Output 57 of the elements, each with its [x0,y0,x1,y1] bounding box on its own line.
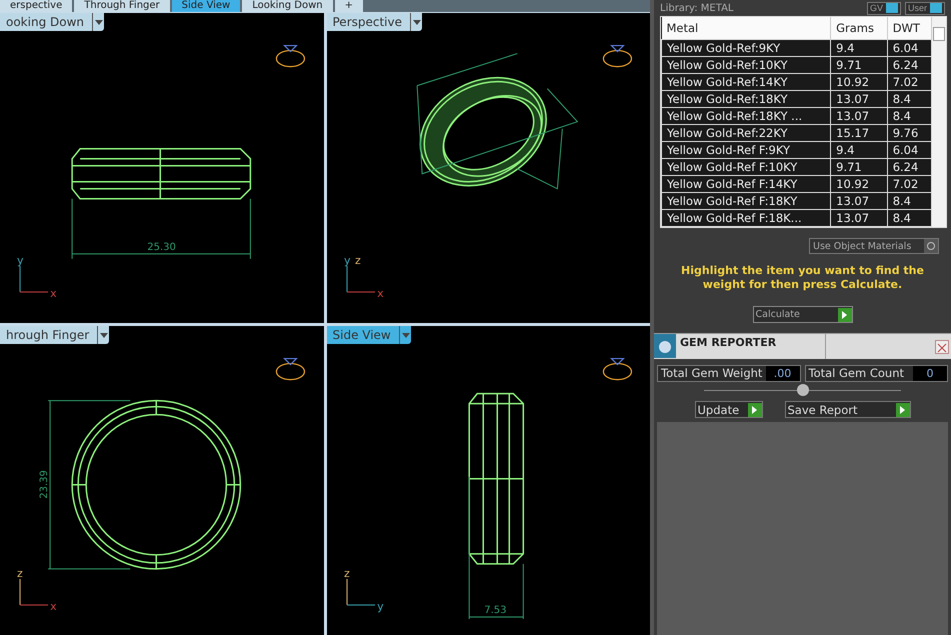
table-cell: Yellow Gold-Ref F:18KY [662,192,831,209]
readout-field: Total Gem Count 0 [804,365,948,382]
action-button[interactable]: Save Report [784,401,910,418]
calculate-button[interactable]: Calculate [752,306,852,323]
table-cell: 13.07 [830,107,888,124]
viewport-label-dropdown[interactable]: ooking Down [0,13,104,31]
table-cell: Yellow Gold-Ref F:18K... [662,209,831,226]
table-cell: 9.71 [830,158,888,175]
close-button[interactable] [935,340,949,354]
dimension-label: 23.39 [39,470,50,498]
ring-orientation-icon [276,44,306,68]
table-cell: Yellow Gold-Ref:22KY [662,124,831,141]
table-cell: 15.17 [830,124,888,141]
collapse-handle[interactable] [796,384,808,396]
table-cell: 13.07 [830,209,888,226]
table-cell: 9.4 [830,141,888,158]
view-tab[interactable]: Through Finger [74,0,170,12]
panel-title: GEM REPORTER [676,334,826,359]
readout-field: Total Gem Weight .00 [657,365,800,382]
viewport-label-dropdown[interactable]: Perspective [326,13,422,31]
library-button[interactable]: User [904,2,945,14]
table-cell: 13.07 [830,192,888,209]
table-cell: Yellow Gold-Ref:18KY ... [662,107,831,124]
view-tab[interactable]: Looking Down [242,0,333,12]
table-cell: Yellow Gold-Ref:9KY [662,39,831,56]
use-object-materials-toggle[interactable]: Use Object Materials [809,238,939,254]
table-cell: Yellow Gold-Ref F:9KY [662,141,831,158]
table-cell: 9.4 [830,39,888,56]
table-cell: 10.92 [830,73,888,90]
action-button[interactable]: Update [694,401,762,418]
viewport-label-dropdown[interactable]: Side View [326,326,411,344]
column-header[interactable]: Metal [662,17,831,39]
library-button[interactable]: GV [866,2,901,14]
dimension-label: 7.53 [484,604,506,616]
table-cell: 9.71 [830,56,888,73]
table-cell: Yellow Gold-Ref F:14KY [662,175,831,192]
view-tab[interactable]: erspective [0,0,72,12]
column-header[interactable]: Grams [830,17,888,39]
scrollbar[interactable] [932,17,946,227]
viewport-label-dropdown[interactable]: hrough Finger [0,326,110,344]
table-cell: Yellow Gold-Ref:14KY [662,73,831,90]
ring-orientation-icon [276,357,306,380]
table-cell: 10.92 [830,175,888,192]
table-cell: 6.04 [887,39,932,56]
table-cell: Yellow Gold-Ref F:10KY [662,158,831,175]
report-icon [654,334,676,358]
dimension-label: 25.30 [147,242,176,253]
instruction-text: Highlight the item you want to find the weight for then press Calculate. [680,264,925,292]
table-cell: 13.07 [830,90,888,107]
view-tab[interactable]: + [334,0,364,12]
table-cell: Yellow Gold-Ref:18KY [662,90,831,107]
column-header[interactable]: DWT [887,17,932,39]
view-tab[interactable]: Side View [172,0,240,12]
table-cell: Yellow Gold-Ref:10KY [662,56,831,73]
ring-orientation-icon [602,44,632,68]
ring-orientation-icon [602,357,632,380]
library-title: Library: METAL [660,2,734,14]
